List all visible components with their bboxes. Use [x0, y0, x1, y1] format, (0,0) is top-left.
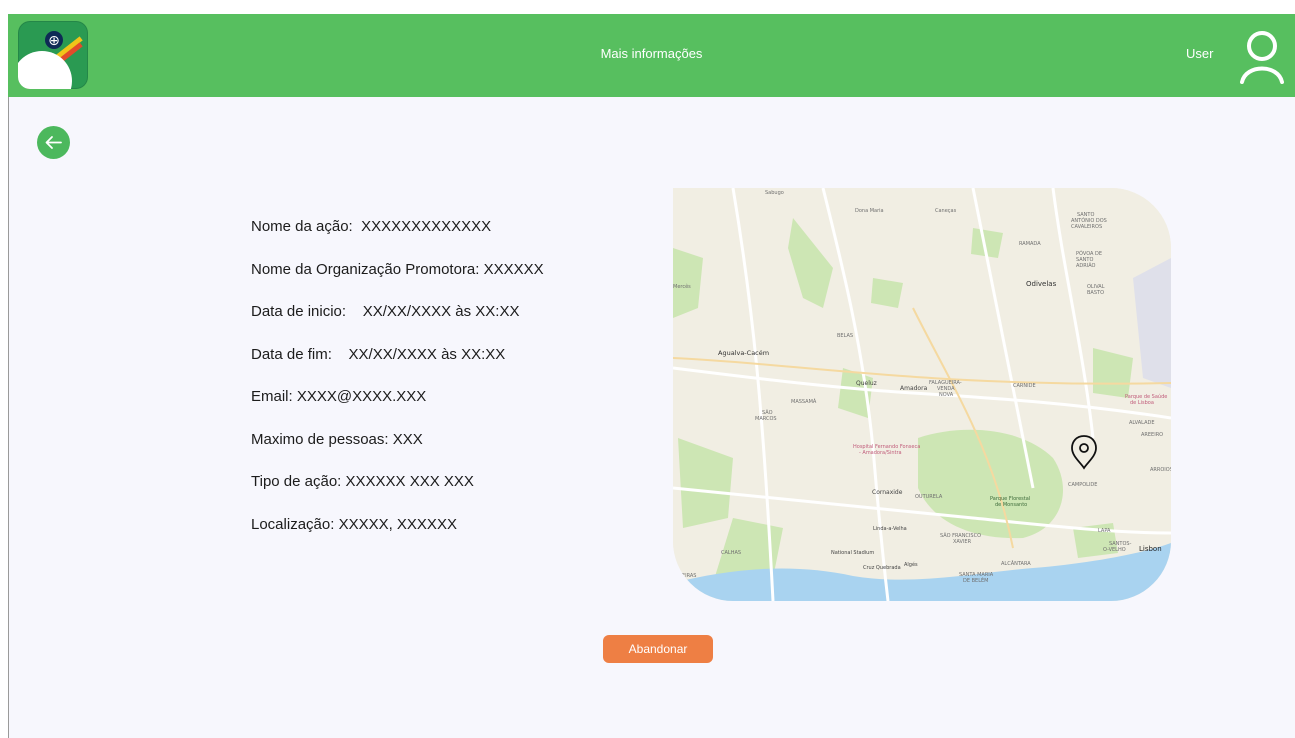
svg-text:Algés: Algés	[904, 561, 918, 568]
svg-text:Linda-a-Velha: Linda-a-Velha	[873, 526, 907, 532]
abandon-button[interactable]: Abandonar	[603, 635, 713, 663]
detail-row-data-fim: Data de fim: XX/XX/XXXX às XX:XX	[251, 346, 544, 367]
svg-text:DE BELÉM: DE BELÉM	[963, 576, 988, 584]
svg-text:ADRIÃO: ADRIÃO	[1076, 262, 1096, 269]
svg-text:Mercês: Mercês	[673, 283, 691, 290]
svg-text:Queluz: Queluz	[856, 380, 877, 387]
detail-label: Nome da ação:	[251, 218, 353, 235]
detail-value: XXX	[392, 430, 423, 448]
map-canvas[interactable]: Sabugo Dona Maria Caneças SANTO ANTÓNIO …	[673, 188, 1171, 601]
svg-text:PÓVOA DE: PÓVOA DE	[1076, 250, 1102, 257]
svg-text:MASSAMÁ: MASSAMÁ	[791, 398, 817, 405]
user-label[interactable]: User	[1186, 46, 1213, 61]
detail-label: Localização:	[251, 515, 335, 533]
svg-text:Agualva-Cacém: Agualva-Cacém	[718, 349, 769, 357]
svg-text:O-VELHO: O-VELHO	[1103, 547, 1126, 553]
svg-text:BASTO: BASTO	[1087, 290, 1104, 296]
logo-text: ActFirst	[24, 73, 55, 83]
detail-label: Data de inicio:	[251, 303, 347, 320]
detail-value: XXXXXX	[483, 260, 544, 278]
detail-label: Tipo de ação:	[251, 473, 342, 490]
svg-text:Dona Maria: Dona Maria	[855, 208, 884, 214]
detail-label: Maximo de pessoas:	[251, 430, 389, 448]
app-header: ⊕ ActFirst Mais informações User	[8, 14, 1295, 97]
page-title: Mais informações	[600, 46, 703, 61]
detail-value: XXXXX, XXXXXX	[338, 515, 457, 533]
detail-row-localizacao: Localização: XXXXX, XXXXXX	[251, 516, 544, 537]
detail-label: Nome da Organização Promotora:	[251, 260, 480, 278]
svg-text:Lisbon: Lisbon	[1139, 545, 1162, 553]
svg-text:CALHAS: CALHAS	[721, 550, 741, 556]
detail-row-tipo-acao: Tipo de ação: XXXXXX XXX XXX	[251, 473, 544, 494]
svg-text:RAMADA: RAMADA	[1019, 241, 1041, 247]
svg-text:Amadora: Amadora	[900, 385, 928, 392]
svg-text:ARROIOS: ARROIOS	[1150, 467, 1171, 473]
svg-text:LAPA: LAPA	[1098, 528, 1111, 534]
svg-text:de Monsanto: de Monsanto	[995, 502, 1027, 508]
svg-text:XAVIER: XAVIER	[953, 539, 972, 545]
svg-text:SÃO FRANCISCO: SÃO FRANCISCO	[940, 532, 981, 539]
detail-row-maximo-pessoas: Maximo de pessoas: XXX	[251, 431, 544, 452]
detail-value: XX/XX/XXXX às XX:XX	[362, 303, 520, 320]
svg-text:ALCÂNTARA: ALCÂNTARA	[1001, 560, 1031, 567]
detail-row-data-inicio: Data de inicio: XX/XX/XXXX às XX:XX	[251, 303, 544, 324]
svg-text:AREEIRO: AREEIRO	[1141, 432, 1163, 438]
svg-text:CAVALEIROS: CAVALEIROS	[1071, 224, 1102, 230]
svg-text:OUTURELA: OUTURELA	[915, 494, 943, 500]
svg-text:CAMPOLIDE: CAMPOLIDE	[1068, 482, 1097, 488]
svg-text:de Lisboa: de Lisboa	[1130, 400, 1154, 406]
svg-text:ANTÓNIO DOS: ANTÓNIO DOS	[1071, 217, 1107, 224]
detail-value: XXXX@XXXX.XXX	[296, 388, 427, 405]
action-details: Nome da ação: XXXXXXXXXXXXX Nome da Orga…	[251, 218, 544, 558]
detail-row-email: Email: XXXX@XXXX.XXX	[251, 388, 544, 409]
svg-text:- Amadora/Sintra: - Amadora/Sintra	[859, 450, 902, 456]
svg-text:Odivelas: Odivelas	[1026, 280, 1057, 288]
svg-text:BELAS: BELAS	[837, 333, 853, 339]
arrow-left-icon	[45, 136, 62, 149]
svg-text:Sabugo: Sabugo	[765, 190, 784, 196]
svg-text:National Stadium: National Stadium	[831, 550, 874, 556]
svg-text:SÃO: SÃO	[762, 409, 773, 416]
svg-text:Cornaxide: Cornaxide	[872, 489, 903, 496]
back-button[interactable]	[37, 126, 70, 159]
user-icon[interactable]	[1238, 24, 1286, 84]
svg-text:MARCOS: MARCOS	[755, 416, 777, 422]
location-map[interactable]: Sabugo Dona Maria Caneças SANTO ANTÓNIO …	[673, 188, 1171, 601]
detail-row-nome-acao: Nome da ação: XXXXXXXXXXXXX	[251, 218, 544, 239]
detail-row-organizacao: Nome da Organização Promotora: XXXXXX	[251, 261, 544, 282]
svg-text:Parque de Saúde: Parque de Saúde	[1125, 393, 1167, 400]
svg-text:NOVA: NOVA	[939, 392, 954, 398]
detail-value: XX/XX/XXXX às XX:XX	[348, 345, 506, 363]
svg-text:Cruz Quebrada: Cruz Quebrada	[863, 565, 901, 571]
detail-label: Email:	[251, 388, 293, 405]
svg-text:ALVALADE: ALVALADE	[1129, 420, 1155, 426]
detail-value: XXXXXXXXXXXXX	[361, 218, 492, 235]
svg-text:CARNIDE: CARNIDE	[1013, 383, 1036, 389]
detail-value: XXXXXX XXX XXX	[345, 473, 474, 490]
detail-label: Data de fim:	[251, 345, 332, 363]
svg-text:Caneças: Caneças	[935, 208, 957, 214]
